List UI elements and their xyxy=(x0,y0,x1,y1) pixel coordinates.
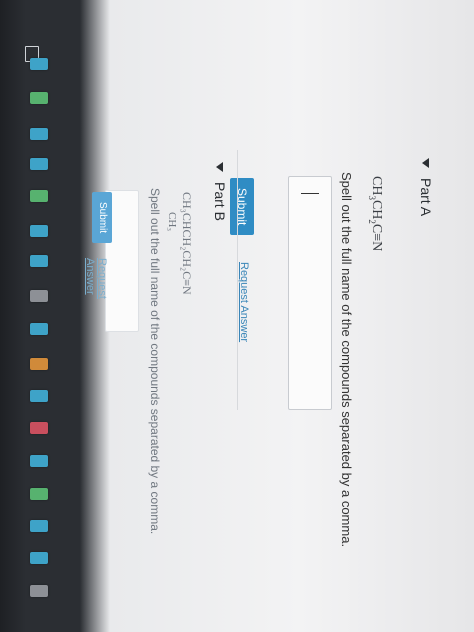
app-icon[interactable] xyxy=(30,390,48,402)
part-a-request-answer-link[interactable]: Request Answer xyxy=(238,262,250,342)
part-b-instruction: Spell out the full name of the compounds… xyxy=(148,188,162,535)
part-a-answer-field[interactable] xyxy=(288,176,332,410)
app-icon[interactable] xyxy=(30,358,48,370)
part-b-header[interactable]: Part B xyxy=(212,162,228,221)
app-icon[interactable] xyxy=(30,58,48,70)
app-icon[interactable] xyxy=(30,422,48,434)
app-icon[interactable] xyxy=(30,255,48,267)
app-icon[interactable] xyxy=(30,225,48,237)
app-icon[interactable] xyxy=(30,552,48,564)
app-icon[interactable] xyxy=(30,323,48,335)
desktop-icon-strip xyxy=(22,40,82,630)
question-page: Part A CH3CH2C≡N Spell out the full name… xyxy=(104,0,474,632)
part-a-instruction: Spell out the full name of the compounds… xyxy=(339,172,354,548)
app-icon[interactable] xyxy=(30,455,48,467)
app-icon[interactable] xyxy=(30,92,48,104)
part-b-formula-line1: CH₃CHCH₂CH₂C≡N xyxy=(180,192,194,295)
text-cursor xyxy=(301,193,319,194)
app-icon[interactable] xyxy=(30,158,48,170)
part-b-title: Part B xyxy=(212,182,228,221)
collapse-triangle-icon[interactable] xyxy=(422,158,430,168)
part-a-formula: CH3CH2C≡N xyxy=(367,176,384,252)
app-icon[interactable] xyxy=(30,128,48,140)
part-b-submit-button[interactable]: Submit xyxy=(92,192,112,244)
part-a-submit-button[interactable]: Submit xyxy=(230,178,254,236)
part-divider xyxy=(237,150,238,410)
app-icon[interactable] xyxy=(30,290,48,302)
part-b-formula-line2: CH₃ xyxy=(166,212,178,232)
app-icon[interactable] xyxy=(30,585,48,597)
app-icon[interactable] xyxy=(30,520,48,532)
part-a-title: Part A xyxy=(418,178,434,217)
app-icon[interactable] xyxy=(30,488,48,500)
part-b-request-answer-link[interactable]: Request Answer xyxy=(84,258,108,299)
app-icon[interactable] xyxy=(30,190,48,202)
part-a-header[interactable]: Part A xyxy=(418,158,434,216)
collapse-triangle-icon[interactable] xyxy=(216,162,224,172)
